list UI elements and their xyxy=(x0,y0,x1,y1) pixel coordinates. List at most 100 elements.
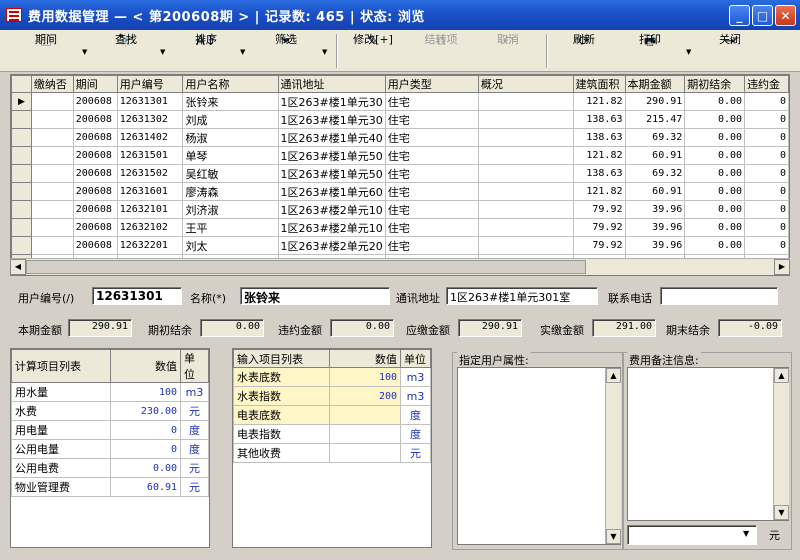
table-cell[interactable]: 住宅 xyxy=(384,218,479,237)
period-button[interactable]: 🗋 期间 xyxy=(28,33,64,69)
table-cell[interactable]: 用电量 xyxy=(10,420,112,440)
table-cell[interactable]: 1区263#楼1单元30 xyxy=(277,110,386,129)
notes-textarea[interactable] xyxy=(627,367,789,521)
close-window-button[interactable]: ✕ xyxy=(775,5,796,26)
table-cell[interactable]: 0.00 xyxy=(684,182,746,201)
table-cell[interactable]: m3 xyxy=(400,386,431,406)
table-cell[interactable]: 住宅 xyxy=(384,182,479,201)
table-cell[interactable]: 79.92 xyxy=(572,236,626,255)
table-cell[interactable]: 12632101 xyxy=(116,200,184,219)
table-row[interactable]: ▶ 200608 12631301 张铃来 1区263#楼1单元30 住宅 121.82 29… xyxy=(11,92,789,111)
column-header[interactable]: 用户编号 xyxy=(116,75,184,93)
column-header[interactable]: 概况 xyxy=(477,75,574,93)
table-row[interactable]: 物业管理费 60.91 元 xyxy=(10,477,209,497)
table-cell[interactable]: 121.82 xyxy=(572,182,626,201)
period-dropdown-icon[interactable]: ▼ xyxy=(82,48,87,56)
table-row[interactable]: 用电量 0 度 xyxy=(10,420,209,440)
table-cell[interactable]: 215.47 xyxy=(624,110,686,129)
filter-dropdown-icon[interactable]: ▼ xyxy=(322,48,327,56)
name-field[interactable]: 张铃来 xyxy=(240,287,390,305)
table-cell[interactable] xyxy=(30,182,74,201)
table-row[interactable]: 其他收费 元 xyxy=(233,443,431,463)
table-cell[interactable]: 0.00 xyxy=(684,218,746,237)
open-balance-field[interactable]: 0.00 xyxy=(200,319,264,337)
table-cell[interactable] xyxy=(477,182,574,201)
table-cell[interactable]: 138.63 xyxy=(572,128,626,147)
notes-amount-select[interactable] xyxy=(627,525,757,545)
table-cell[interactable]: 公用电费 xyxy=(10,458,112,478)
table-cell[interactable]: 用水量 xyxy=(10,382,112,402)
table-cell[interactable]: 元 xyxy=(400,443,431,463)
carry-button[interactable]: ⧉ 结转项 xyxy=(416,33,466,69)
scroll-up-icon[interactable]: ▲ xyxy=(606,368,621,383)
table-cell[interactable]: 12631402 xyxy=(116,128,184,147)
table-row[interactable]: 200608 12631502 吴红敏 1区263#楼1单元50 住宅 138.63 69.… xyxy=(11,164,789,183)
table-row[interactable]: 水表底数 100 m3 xyxy=(233,367,431,387)
table-cell[interactable]: 0 xyxy=(110,439,182,459)
table-cell[interactable]: 0 xyxy=(744,128,789,147)
records-grid[interactable]: 缴纳否 期间 用户编号 用户名称 通讯地址 用户类型 概况 建筑面积 本期金额 期初结余 违约金 ▶… xyxy=(10,74,790,276)
table-cell[interactable] xyxy=(477,164,574,183)
table-cell[interactable]: m3 xyxy=(180,382,209,402)
table-cell[interactable]: 刘济淑 xyxy=(182,200,279,219)
table-cell[interactable]: 0 xyxy=(744,164,789,183)
table-row[interactable]: 200608 12631302 刘成 1区263#楼1单元30 住宅 138.63 215.… xyxy=(11,110,789,129)
table-cell[interactable]: 单琴 xyxy=(182,146,279,165)
table-cell[interactable]: 60.91 xyxy=(624,182,686,201)
table-cell[interactable] xyxy=(30,128,74,147)
find-button[interactable]: 🔭 查找 xyxy=(108,33,144,69)
table-cell[interactable]: 水表指数 xyxy=(233,386,330,406)
row-indicator[interactable] xyxy=(11,218,32,237)
table-cell[interactable]: 度 xyxy=(400,405,431,425)
table-cell[interactable]: 元 xyxy=(180,458,209,478)
phone-field[interactable] xyxy=(660,287,778,305)
table-cell[interactable]: 1区263#楼1单元60 xyxy=(277,182,386,201)
table-cell[interactable] xyxy=(477,128,574,147)
table-cell[interactable]: 0 xyxy=(744,92,789,111)
table-row[interactable]: 200608 12632101 刘济淑 1区263#楼2单元10 住宅 79.92 39.9… xyxy=(11,200,789,219)
column-header[interactable]: 缴纳否 xyxy=(30,75,74,93)
table-cell[interactable] xyxy=(477,146,574,165)
table-cell[interactable] xyxy=(30,164,74,183)
current-row-indicator-icon[interactable]: ▶ xyxy=(11,92,32,111)
table-cell[interactable] xyxy=(30,110,74,129)
address-field[interactable]: 1区263#楼1单元301室 xyxy=(446,287,598,305)
table-cell[interactable] xyxy=(328,424,402,444)
table-cell[interactable]: 其他收费 xyxy=(233,443,330,463)
column-header[interactable]: 用户名称 xyxy=(182,75,279,93)
table-cell[interactable]: 100 xyxy=(328,367,402,387)
find-dropdown-icon[interactable]: ▼ xyxy=(160,48,165,56)
close-button[interactable]: ⇥ 关闭 xyxy=(712,33,748,69)
table-cell[interactable]: 刘太 xyxy=(182,236,279,255)
table-cell[interactable]: 廖涛森 xyxy=(182,182,279,201)
table-row[interactable]: 200608 12631501 单琴 1区263#楼1单元50 住宅 121.82 60.9… xyxy=(11,146,789,165)
table-cell[interactable]: 0 xyxy=(744,200,789,219)
table-cell[interactable]: 39.96 xyxy=(624,218,686,237)
table-cell[interactable]: 290.91 xyxy=(624,92,686,111)
notes-vertical-scrollbar[interactable]: ▲ ▼ xyxy=(773,368,789,520)
table-cell[interactable]: 0.00 xyxy=(684,236,746,255)
table-cell[interactable]: 230.00 xyxy=(110,401,182,421)
table-cell[interactable]: 12631502 xyxy=(116,164,184,183)
table-cell[interactable] xyxy=(30,146,74,165)
table-cell[interactable]: 1区263#楼1单元50 xyxy=(277,146,386,165)
row-indicator[interactable] xyxy=(11,146,32,165)
table-row[interactable]: 用水量 100 m3 xyxy=(10,382,209,402)
table-cell[interactable]: 住宅 xyxy=(384,146,479,165)
table-cell[interactable]: 60.91 xyxy=(624,146,686,165)
table-cell[interactable]: 王平 xyxy=(182,218,279,237)
table-cell[interactable]: 度 xyxy=(180,420,209,440)
table-cell[interactable] xyxy=(30,236,74,255)
table-cell[interactable]: 12632102 xyxy=(116,218,184,237)
attrs-vertical-scrollbar[interactable]: ▲ ▼ xyxy=(605,368,621,544)
table-cell[interactable]: 79.92 xyxy=(572,218,626,237)
table-cell[interactable]: 0 xyxy=(744,218,789,237)
row-indicator[interactable] xyxy=(11,164,32,183)
table-cell[interactable]: 69.32 xyxy=(624,128,686,147)
table-cell[interactable]: 0 xyxy=(744,110,789,129)
column-header[interactable]: 期初结余 xyxy=(684,75,746,93)
table-cell[interactable]: 39.96 xyxy=(624,200,686,219)
table-row[interactable]: 200608 12631601 廖涛森 1区263#楼1单元60 住宅 121.82 60.… xyxy=(11,182,789,201)
table-cell[interactable] xyxy=(477,92,574,111)
table-cell[interactable]: 200608 xyxy=(72,236,118,255)
